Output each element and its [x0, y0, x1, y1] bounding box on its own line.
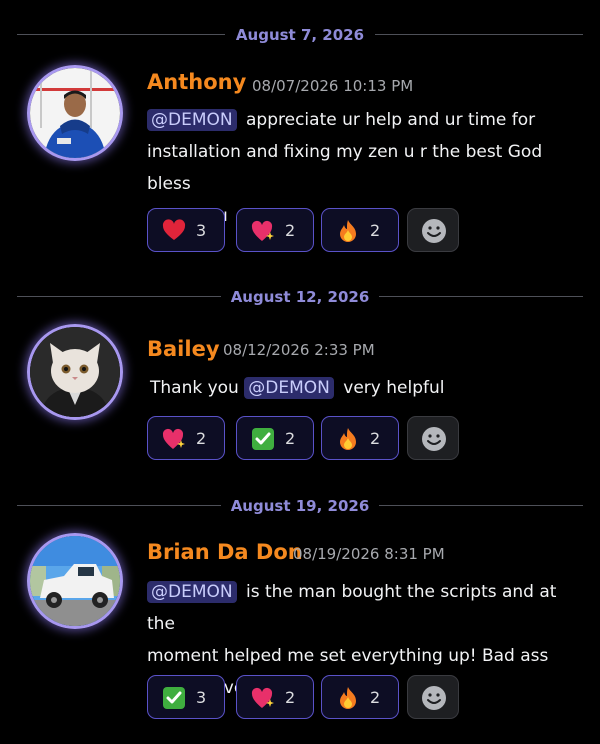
reaction-check[interactable]: 2 — [236, 416, 314, 460]
username[interactable]: Brian Da Don — [147, 539, 303, 565]
reaction-sparkling-heart[interactable]: 2 — [236, 208, 314, 252]
smiley-icon — [422, 686, 446, 710]
avatar[interactable] — [27, 533, 123, 629]
reaction-fire[interactable]: 2 — [321, 416, 399, 460]
date-label: August 19, 2026 — [230, 497, 370, 515]
fire-icon — [340, 428, 356, 450]
add-reaction-button[interactable] — [407, 416, 459, 460]
date-divider: August 12, 2026 — [0, 285, 600, 309]
smiley-icon — [422, 219, 446, 243]
timestamp: 08/19/2026 8:31 PM — [293, 545, 445, 563]
sparkling-heart-icon — [162, 428, 185, 449]
mention-demon[interactable]: @DEMON — [147, 109, 237, 131]
reaction-fire[interactable]: 2 — [321, 208, 399, 252]
message-text: Thank you @DEMON very helpful — [150, 377, 445, 399]
sparkling-heart-icon — [251, 687, 274, 708]
reaction-heart[interactable]: 3 — [147, 208, 225, 252]
timestamp: 08/07/2026 10:13 PM — [252, 77, 414, 95]
red-heart-icon — [162, 219, 186, 240]
fire-icon — [340, 220, 356, 242]
mention-demon[interactable]: @DEMON — [244, 377, 334, 399]
reaction-sparkling-heart[interactable]: 2 — [147, 416, 225, 460]
sparkling-heart-icon — [251, 220, 274, 241]
avatar-photo-icon — [30, 327, 120, 417]
fire-icon — [340, 687, 356, 709]
reaction-fire[interactable]: 2 — [321, 675, 399, 719]
avatar[interactable] — [27, 65, 123, 161]
avatar[interactable] — [27, 324, 123, 420]
timestamp: 08/12/2026 2:33 PM — [223, 341, 375, 359]
date-divider: August 7, 2026 — [0, 23, 600, 47]
date-label: August 12, 2026 — [230, 288, 370, 306]
mention-demon[interactable]: @DEMON — [147, 581, 237, 603]
date-label: August 7, 2026 — [235, 26, 365, 44]
username[interactable]: Anthony — [147, 69, 246, 95]
avatar-photo-icon — [30, 68, 120, 158]
date-divider: August 19, 2026 — [0, 494, 600, 518]
check-mark-icon — [252, 428, 274, 450]
reaction-sparkling-heart[interactable]: 2 — [236, 675, 314, 719]
username[interactable]: Bailey — [147, 336, 220, 362]
reaction-check[interactable]: 3 — [147, 675, 225, 719]
avatar-photo-icon — [30, 536, 120, 626]
add-reaction-button[interactable] — [407, 675, 459, 719]
add-reaction-button[interactable] — [407, 208, 459, 252]
check-mark-icon — [163, 687, 185, 709]
smiley-icon — [422, 427, 446, 451]
